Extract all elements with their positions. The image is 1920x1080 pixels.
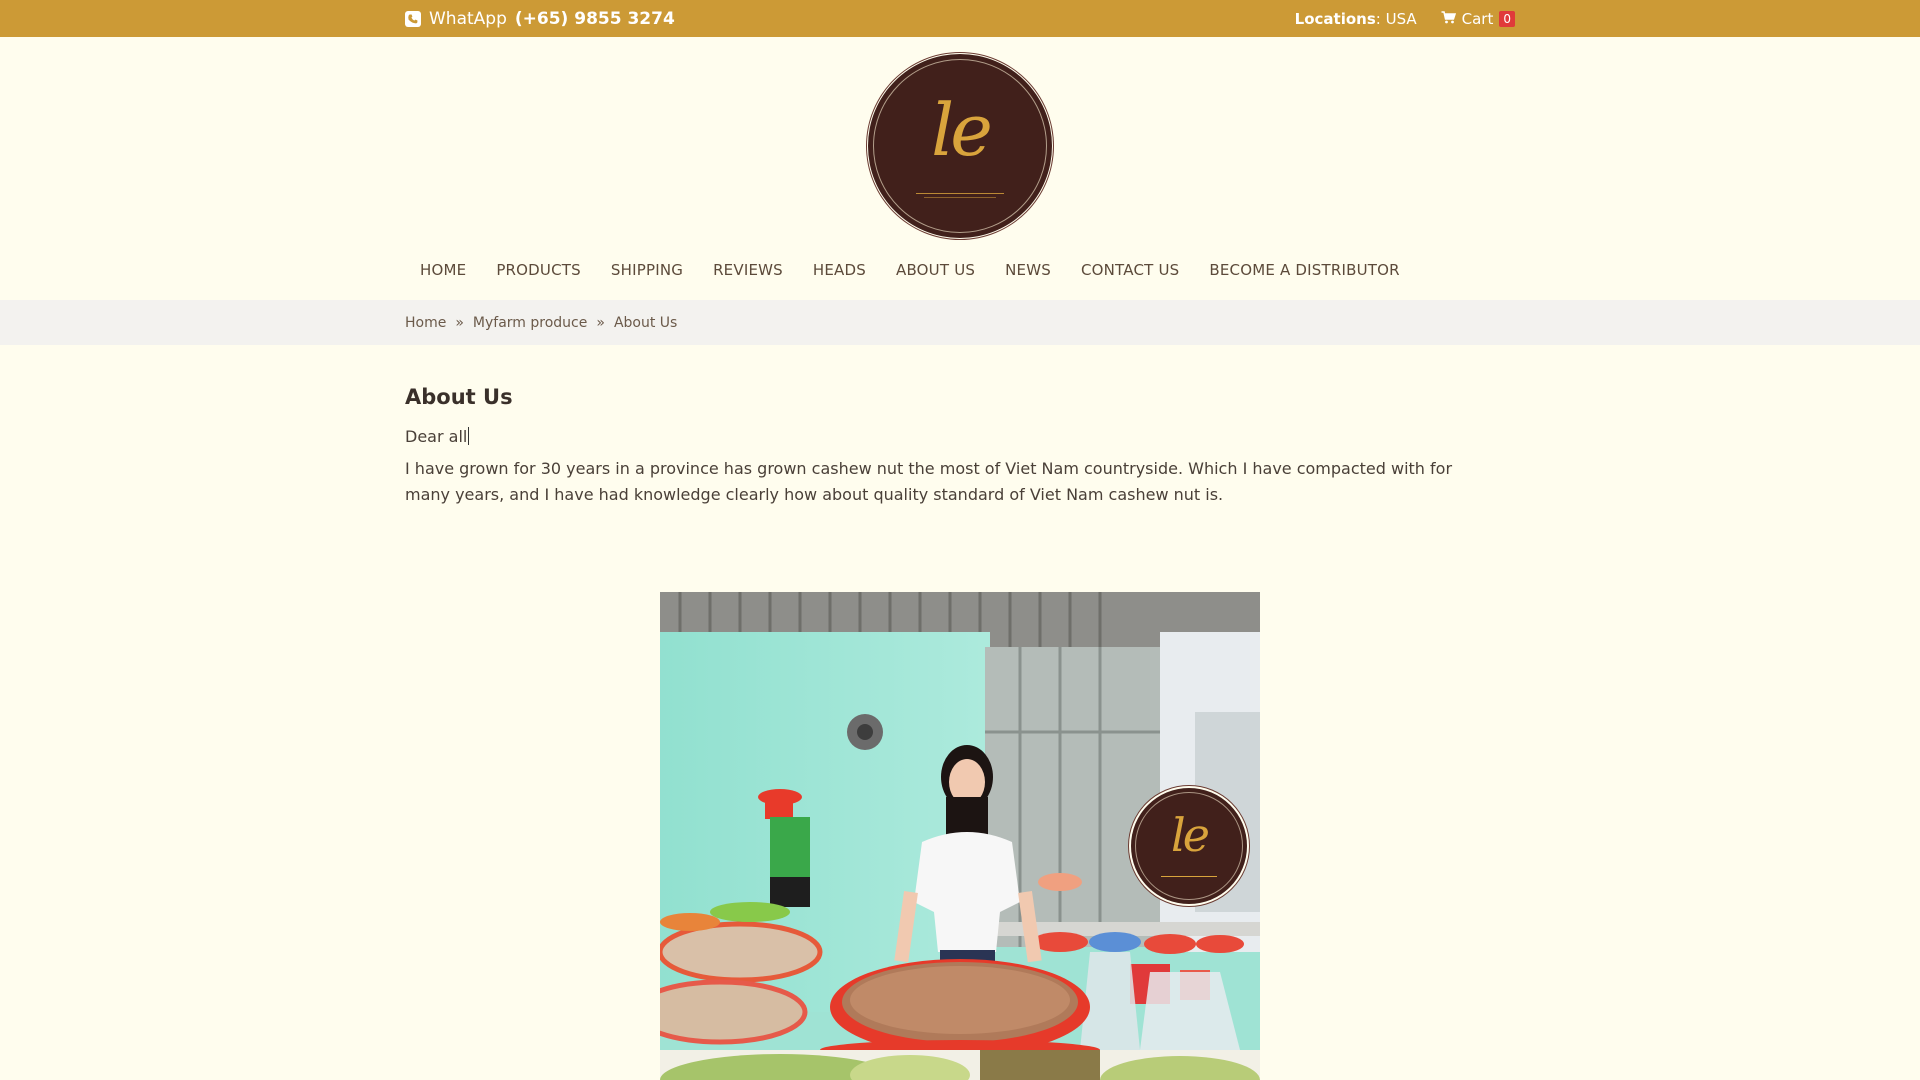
nav-item-news[interactable]: NEWS — [990, 261, 1066, 279]
site-logo[interactable]: le — [868, 54, 1052, 238]
nav-item-shipping[interactable]: SHIPPING — [596, 261, 698, 279]
breadcrumb-current: About Us — [613, 314, 678, 331]
nav-item-become-distributor[interactable]: BECOME A DISTRIBUTOR — [1194, 261, 1414, 279]
photo-watermark-logo: le — [1131, 788, 1247, 904]
whatsapp-number[interactable]: (+65) 9855 3274 — [515, 9, 675, 29]
logo-text: le — [931, 88, 993, 172]
breadcrumb-home[interactable]: Home — [405, 315, 446, 331]
breadcrumb-myfarm-produce[interactable]: Myfarm produce — [473, 315, 587, 331]
greeting-label: Dear all — [405, 427, 468, 446]
cashew-farm-photo: le — [660, 592, 1260, 1050]
whatsapp-label: WhatApp — [429, 8, 507, 29]
breadcrumb: Home » Myfarm produce » About Us — [405, 300, 1515, 345]
nav-item-contact-us[interactable]: CONTACT US — [1066, 261, 1194, 279]
whatsapp-icon — [405, 10, 421, 27]
cart-link[interactable]: Cart 0 — [1441, 10, 1515, 28]
greeting-text: Dear all — [405, 427, 1515, 446]
second-photo-illustration — [660, 1050, 1260, 1080]
top-bar: WhatApp (+65) 9855 3274 Locations: USA C… — [0, 0, 1920, 37]
about-photo: le — [660, 592, 1260, 1080]
intro-paragraph: I have grown for 30 years in a province … — [405, 459, 1453, 504]
cart-label: Cart — [1461, 9, 1494, 28]
nav-item-about-us[interactable]: ABOUT US — [881, 261, 990, 279]
main-nav: HOME PRODUCTS SHIPPING REVIEWS HEADS ABO… — [405, 238, 1515, 300]
cart-icon — [1441, 10, 1456, 28]
locations-value: : USA — [1375, 9, 1417, 28]
locations-label: Locations — [1294, 9, 1376, 28]
cart-count-badge: 0 — [1499, 10, 1515, 27]
main-content: About Us Dear all I have grown for 30 ye… — [405, 345, 1515, 1080]
page-title: About Us — [405, 385, 513, 409]
text-cursor — [468, 427, 470, 445]
second-photo-partial — [660, 1050, 1260, 1080]
locations-selector[interactable]: Locations: USA — [1295, 10, 1417, 28]
breadcrumb-bar: Home » Myfarm produce » About Us — [0, 300, 1920, 345]
nav-item-heads[interactable]: HEADS — [798, 261, 881, 279]
nav-item-reviews[interactable]: REVIEWS — [698, 261, 798, 279]
breadcrumb-separator: » — [596, 314, 605, 331]
whatsapp-contact[interactable]: WhatApp (+65) 9855 3274 — [405, 9, 675, 29]
nav-item-products[interactable]: PRODUCTS — [481, 261, 596, 279]
watermark-text: le — [1171, 808, 1210, 862]
breadcrumb-separator: » — [455, 314, 464, 331]
nav-item-home[interactable]: HOME — [405, 261, 481, 279]
